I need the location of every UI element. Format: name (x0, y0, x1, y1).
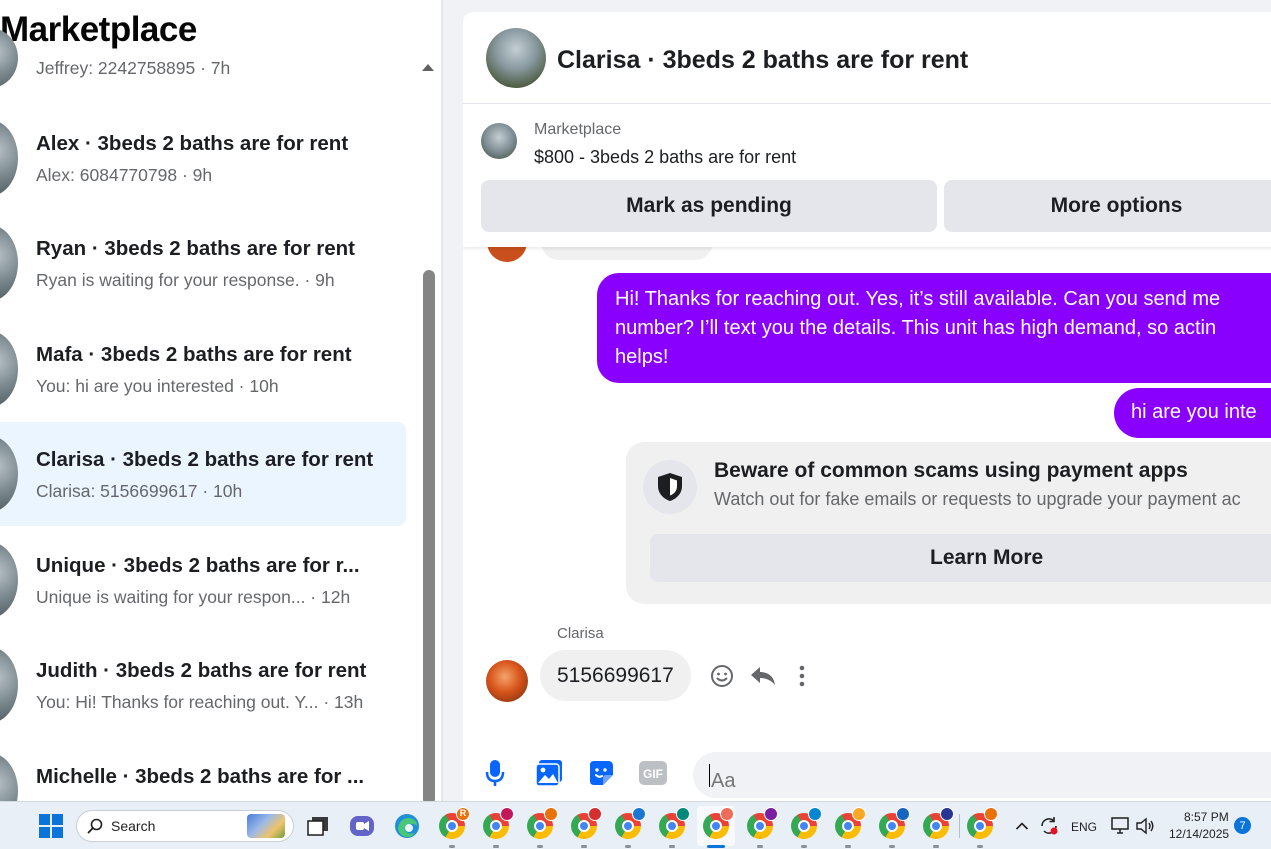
conversation-item[interactable]: Jeffrey: 2242758895 · 7h (0, 28, 406, 98)
sync-alert-icon[interactable] (1036, 810, 1062, 842)
photo-icon[interactable] (533, 757, 565, 789)
conversation-preview: You: Hi! Thanks for reaching out. Y... ·… (36, 692, 364, 712)
conversation-item[interactable]: Unique · 3beds 2 baths are for r... Uniq… (0, 528, 406, 632)
windows-taskbar: Search R ENG 8:57 PM 12/14/2025 7 (0, 801, 1271, 849)
message-composer: GIF (463, 747, 1271, 801)
conversation-item[interactable]: Ryan · 3beds 2 baths are for rent Ryan i… (0, 211, 406, 315)
chrome-icon[interactable] (568, 807, 602, 848)
outgoing-message[interactable]: Hi! Thanks for reaching out. Yes, it’s s… (597, 273, 1271, 383)
scam-warning-card: Beware of common scams using payment app… (626, 442, 1271, 604)
edge-icon[interactable] (391, 810, 423, 842)
conversation-item[interactable]: Alex · 3beds 2 baths are for rent Alex: … (0, 106, 406, 210)
conversation-sidebar: Marketplace Jeffrey: 2242758895 · 7h Ale… (0, 0, 441, 801)
chrome-icon[interactable] (656, 807, 690, 848)
listing-label: Marketplace (534, 121, 622, 138)
avatar (0, 225, 18, 301)
conversation-name: Michelle · 3beds 2 baths are for ... (36, 765, 365, 788)
chat-title[interactable]: Clarisa · 3beds 2 baths are for rent (557, 46, 968, 75)
listing-thumbnail[interactable] (481, 123, 517, 159)
chrome-icon[interactable] (744, 807, 778, 848)
chrome-icon-active[interactable] (700, 807, 734, 842)
mark-as-pending-button[interactable]: Mark as pending (481, 180, 937, 232)
warning-title: Beware of common scams using payment app… (714, 459, 1188, 482)
search-highlight-icon (247, 814, 285, 838)
listing-banner: Marketplace $800 - 3beds 2 baths are for… (463, 105, 1271, 247)
conversation-preview: Clarisa: 5156699617 · 10h (36, 481, 243, 501)
chrome-icon[interactable] (964, 807, 998, 848)
scroll-up-arrow-icon[interactable] (422, 64, 434, 71)
chevron-up-icon[interactable] (1010, 810, 1034, 842)
conversation-name: Ryan · 3beds 2 baths are for rent (36, 237, 355, 260)
learn-more-button[interactable]: Learn More (650, 534, 1271, 582)
sticker-icon[interactable] (585, 757, 617, 789)
listing-price-title[interactable]: $800 - 3beds 2 baths are for rent (534, 147, 796, 168)
chrome-icon[interactable] (480, 807, 514, 848)
conversation-name: Mafa · 3beds 2 baths are for rent (36, 343, 352, 366)
windows-start-icon[interactable] (35, 810, 67, 842)
conversation-name: Clarisa · 3beds 2 baths are for rent (36, 448, 374, 471)
conversation-item[interactable]: Mafa · 3beds 2 baths are for rent You: h… (0, 317, 406, 421)
taskbar-search[interactable]: Search (76, 810, 294, 842)
chrome-icon[interactable] (612, 807, 646, 848)
clock-time[interactable]: 8:57 PM (1184, 810, 1229, 824)
conversation-name: Judith · 3beds 2 baths are for rent (36, 659, 367, 682)
chrome-icon[interactable] (920, 807, 954, 848)
chat-avatar[interactable] (486, 28, 546, 88)
language-indicator[interactable]: ENG (1071, 820, 1097, 834)
chat-window: Clarisa · 3beds 2 baths are for rent Mar… (463, 12, 1271, 801)
text-cursor (709, 764, 710, 787)
conversation-item[interactable]: Michelle · 3beds 2 baths are for ... (0, 739, 406, 801)
chrome-icon[interactable]: R (436, 807, 470, 848)
chrome-icon[interactable] (524, 807, 558, 848)
avatar (0, 753, 18, 801)
chrome-icon[interactable] (876, 807, 910, 848)
chrome-icon[interactable] (832, 807, 866, 848)
task-view-icon[interactable] (302, 810, 334, 842)
react-emoji-icon[interactable] (708, 662, 736, 690)
conversation-preview: You: hi are you interested · 10h (36, 376, 279, 396)
search-icon (87, 818, 103, 834)
incoming-message[interactable]: 5156699617 (540, 650, 691, 701)
taskbar-separator (959, 814, 960, 838)
avatar (0, 331, 18, 407)
sender-name: Clarisa (557, 625, 604, 642)
message-input[interactable] (693, 752, 1271, 798)
more-actions-icon[interactable] (788, 662, 816, 690)
reply-icon[interactable] (749, 662, 777, 690)
network-icon[interactable] (1108, 810, 1134, 842)
avatar (0, 542, 18, 618)
microphone-icon[interactable] (479, 757, 511, 789)
conversation-preview: Unique is waiting for your respon... · 1… (36, 587, 351, 607)
gif-icon[interactable]: GIF (637, 757, 669, 789)
clock-date[interactable]: 12/14/2025 (1169, 827, 1229, 841)
warning-text: Watch out for fake emails or requests to… (714, 489, 1241, 509)
avatar (0, 120, 18, 196)
conversation-name: Alex · 3beds 2 baths are for rent (36, 132, 349, 155)
notification-badge[interactable]: 7 (1234, 817, 1251, 834)
teams-icon[interactable] (346, 810, 378, 842)
conversation-name: Unique · 3beds 2 baths are for r... (36, 554, 360, 577)
more-options-button[interactable]: More options (944, 180, 1271, 232)
chrome-profile-badge: R (456, 807, 470, 821)
active-app-indicator (707, 845, 725, 848)
shield-icon (643, 460, 697, 514)
conversation-item[interactable]: Judith · 3beds 2 baths are for rent You:… (0, 633, 406, 737)
conversation-preview: Ryan is waiting for your response. · 9h (36, 270, 335, 290)
sender-avatar[interactable] (486, 660, 528, 702)
avatar (0, 436, 18, 512)
avatar (0, 647, 18, 723)
chat-header: Clarisa · 3beds 2 baths are for rent (463, 12, 1271, 104)
conversation-preview: Jeffrey: 2242758895 · 7h (36, 58, 231, 78)
volume-icon[interactable] (1132, 810, 1158, 842)
chrome-icon[interactable] (788, 807, 822, 848)
svg-text:GIF: GIF (643, 767, 663, 781)
conversation-item-active[interactable]: Clarisa · 3beds 2 baths are for rent Cla… (0, 422, 406, 526)
sidebar-scrollbar[interactable] (423, 270, 435, 801)
search-label: Search (111, 818, 156, 834)
conversation-preview: Alex: 6084770798 · 9h (36, 165, 213, 185)
outgoing-message[interactable]: hi are you inte (1114, 388, 1271, 438)
